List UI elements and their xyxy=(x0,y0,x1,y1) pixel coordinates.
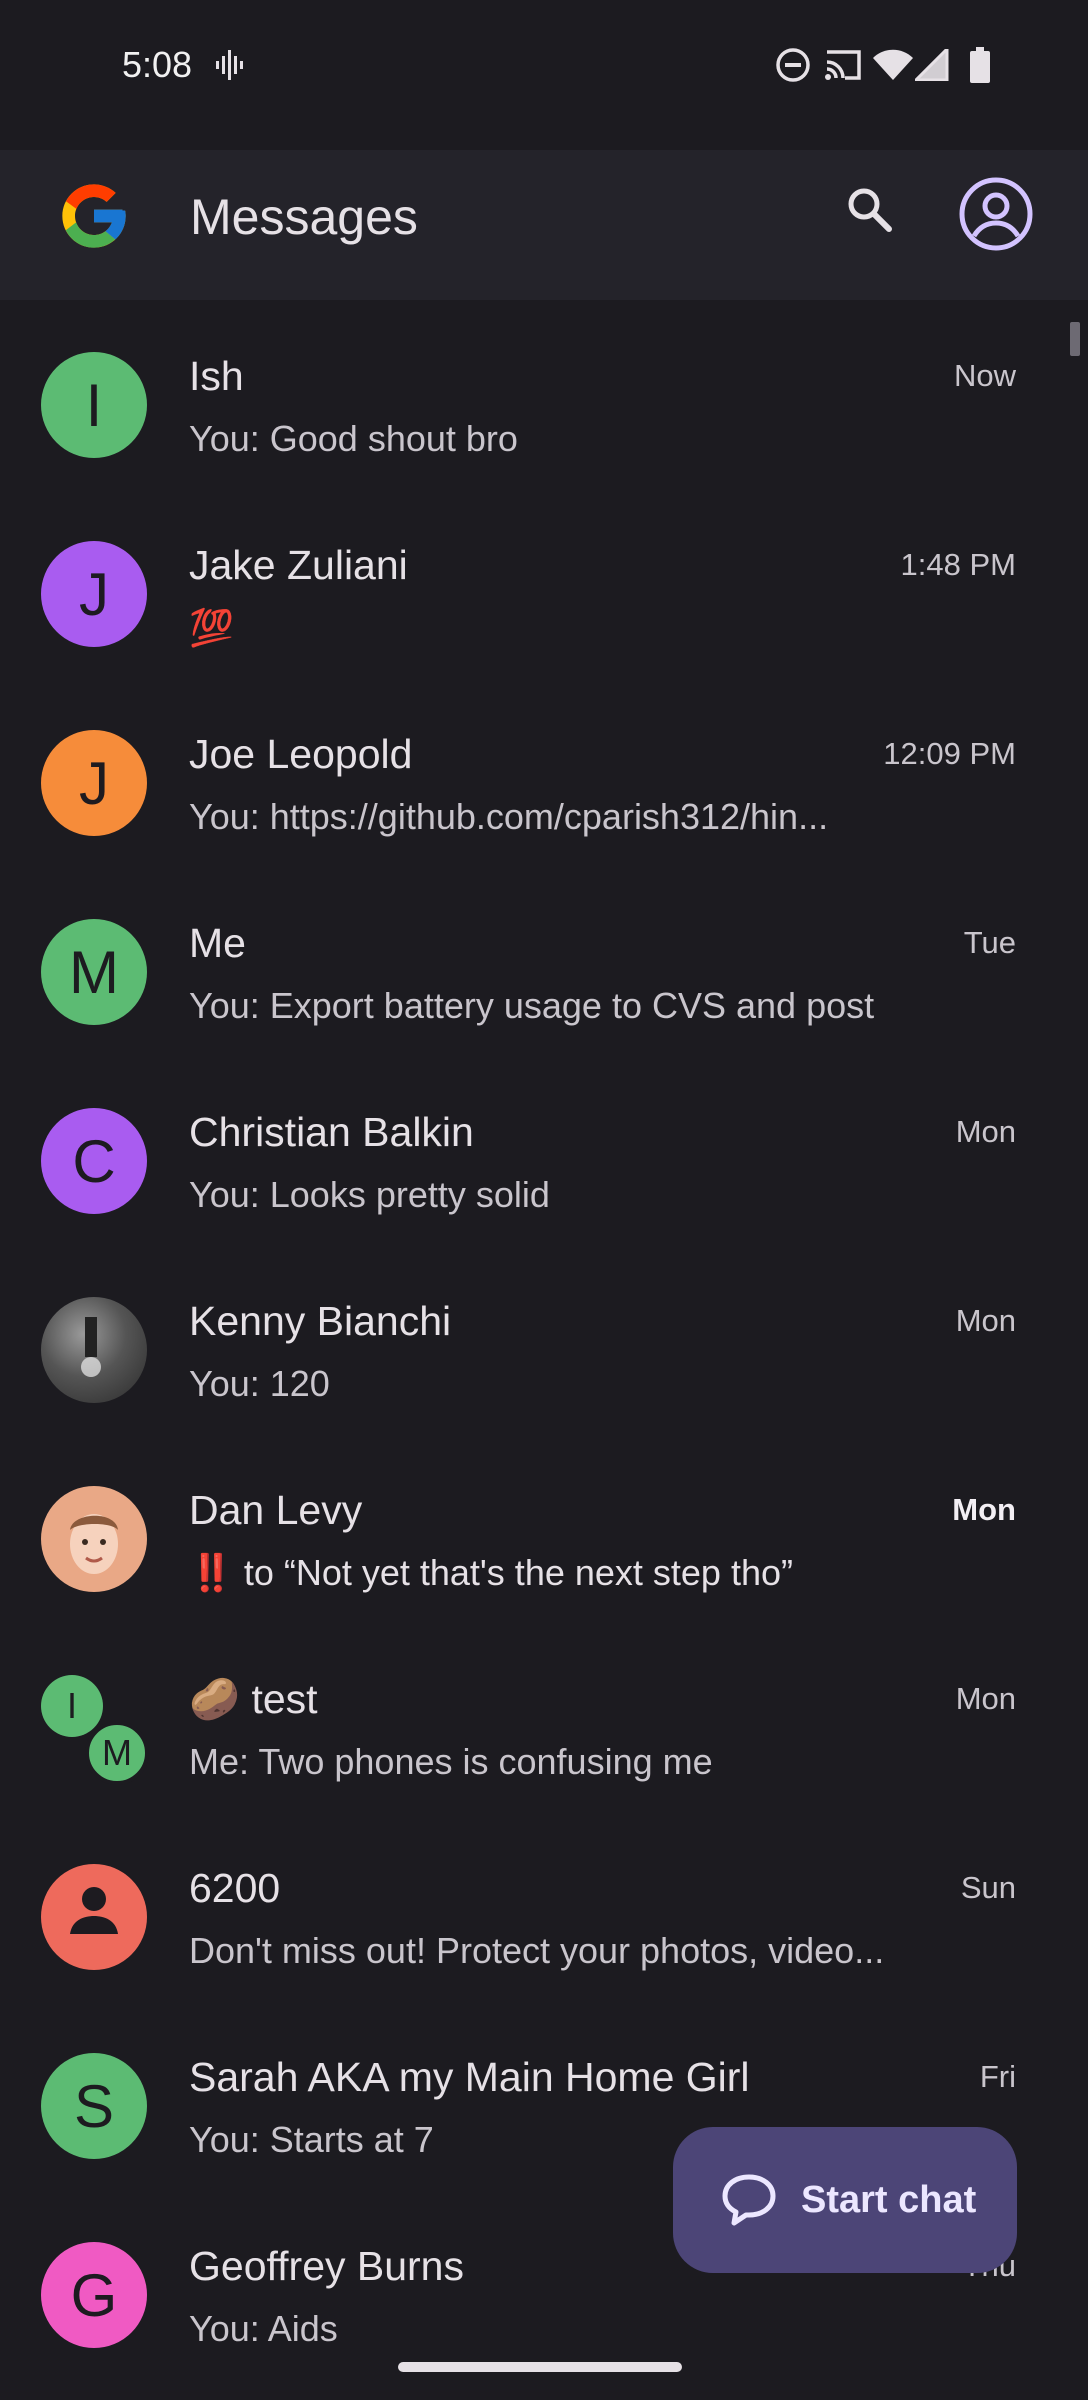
contact-name: Joe Leopold xyxy=(189,731,413,777)
contact-name: Christian Balkin xyxy=(189,1109,474,1155)
avatar-letter: J xyxy=(79,560,109,628)
conversation-row[interactable]: J Jake Zuliani 💯 1:48 PM xyxy=(0,489,1088,678)
avatar-letter: I xyxy=(85,371,103,439)
chat-bubble-icon xyxy=(719,2170,779,2230)
message-snippet: You: 120 xyxy=(189,1363,330,1404)
battery-icon xyxy=(966,46,994,84)
audio-activity-icon xyxy=(214,46,246,84)
home-indicator[interactable] xyxy=(398,2362,682,2372)
contact-name: Ish xyxy=(189,353,244,399)
memoji-avatar xyxy=(41,1486,147,1592)
group-avatar: I M xyxy=(41,1675,151,1785)
timestamp: Now xyxy=(953,358,1016,393)
status-bar: 5:08 xyxy=(0,0,1088,130)
avatar-letter: J xyxy=(79,749,109,817)
avatar-letter: S xyxy=(73,2072,115,2140)
avatar: G xyxy=(41,2242,147,2348)
conversation-row[interactable]: Dan Levy ‼️ to “Not yet that's the next … xyxy=(0,1434,1088,1623)
timestamp: Tue xyxy=(963,925,1016,960)
google-logo-icon xyxy=(56,178,132,254)
avatar-letter: C xyxy=(72,1127,116,1195)
group-avatar-member: M xyxy=(85,1721,149,1785)
avatar-letter: G xyxy=(70,2261,118,2329)
contact-name: 🥔 test xyxy=(189,1676,318,1722)
messages-screen: 5:08 Messages I Ish You: Good shout bro … xyxy=(0,0,1088,2400)
message-snippet: Don't miss out! Protect your photos, vid… xyxy=(189,1930,885,1971)
conversation-row[interactable]: M Me You: Export battery usage to CVS an… xyxy=(0,867,1088,1056)
message-snippet: 💯 xyxy=(189,607,234,648)
avatar-letter: M xyxy=(69,938,119,1006)
conversation-list: I Ish You: Good shout bro Now J Jake Zul… xyxy=(0,300,1088,2400)
contact-name: Dan Levy xyxy=(189,1487,363,1533)
search-icon xyxy=(845,185,893,238)
do-not-disturb-icon xyxy=(774,46,812,84)
group-avatar-member: I xyxy=(41,1675,103,1737)
contact-name: Me xyxy=(189,920,246,966)
status-time: 5:08 xyxy=(122,44,193,85)
message-snippet: You: Aids xyxy=(189,2308,338,2349)
avatar: I xyxy=(41,352,147,458)
start-chat-button[interactable]: Start chat xyxy=(673,2127,1017,2273)
avatar: C xyxy=(41,1108,147,1214)
message-snippet: Me: Two phones is confusing me xyxy=(189,1741,713,1782)
timestamp: Mon xyxy=(952,1492,1016,1527)
timestamp: Sun xyxy=(960,1870,1016,1905)
avatar: M xyxy=(41,919,147,1025)
contact-name: Kenny Bianchi xyxy=(189,1298,452,1344)
message-snippet: You: https://github.com/cparish312/hin..… xyxy=(189,796,829,837)
app-bar: Messages xyxy=(0,150,1088,300)
timestamp: Fri xyxy=(979,2059,1016,2094)
person-icon xyxy=(64,1880,124,1954)
avatar: J xyxy=(41,541,147,647)
timestamp: 12:09 PM xyxy=(883,736,1016,771)
timestamp: Mon xyxy=(955,1303,1016,1338)
cast-icon xyxy=(822,46,864,84)
avatar xyxy=(41,1864,147,1970)
conversation-row[interactable]: C Christian Balkin You: Looks pretty sol… xyxy=(0,1056,1088,1245)
conversation-row[interactable]: I Ish You: Good shout bro Now xyxy=(0,300,1088,489)
contact-name: Jake Zuliani xyxy=(189,542,408,588)
timestamp: 1:48 PM xyxy=(900,547,1016,582)
avatar-photo xyxy=(41,1297,147,1403)
contact-name: Geoffrey Burns xyxy=(189,2243,464,2289)
avatar: S xyxy=(41,2053,147,2159)
signal-icon xyxy=(914,46,950,84)
account-button[interactable] xyxy=(958,176,1034,257)
contact-name: 6200 xyxy=(189,1865,281,1911)
app-title: Messages xyxy=(190,189,418,245)
timestamp: Mon xyxy=(955,1114,1016,1149)
message-snippet: You: Starts at 7 xyxy=(189,2119,434,2160)
message-snippet: You: Looks pretty solid xyxy=(189,1174,550,1215)
start-chat-label: Start chat xyxy=(801,2178,977,2221)
wifi-icon xyxy=(872,46,914,84)
message-snippet: ‼️ to “Not yet that's the next step tho” xyxy=(189,1552,793,1593)
conversation-row[interactable]: Kenny Bianchi You: 120 Mon xyxy=(0,1245,1088,1434)
conversation-row[interactable]: 6200 Don't miss out! Protect your photos… xyxy=(0,1812,1088,2001)
conversation-row[interactable]: I M 🥔 test Me: Two phones is confusing m… xyxy=(0,1623,1088,1812)
conversation-row[interactable]: J Joe Leopold You: https://github.com/cp… xyxy=(0,678,1088,867)
message-snippet: You: Export battery usage to CVS and pos… xyxy=(189,985,875,1026)
avatar: J xyxy=(41,730,147,836)
timestamp: Mon xyxy=(955,1681,1016,1716)
contact-name: Sarah AKA my Main Home Girl xyxy=(189,2054,750,2100)
search-button[interactable] xyxy=(838,180,900,242)
message-snippet: You: Good shout bro xyxy=(189,418,518,459)
account-circle-icon xyxy=(958,176,1034,257)
